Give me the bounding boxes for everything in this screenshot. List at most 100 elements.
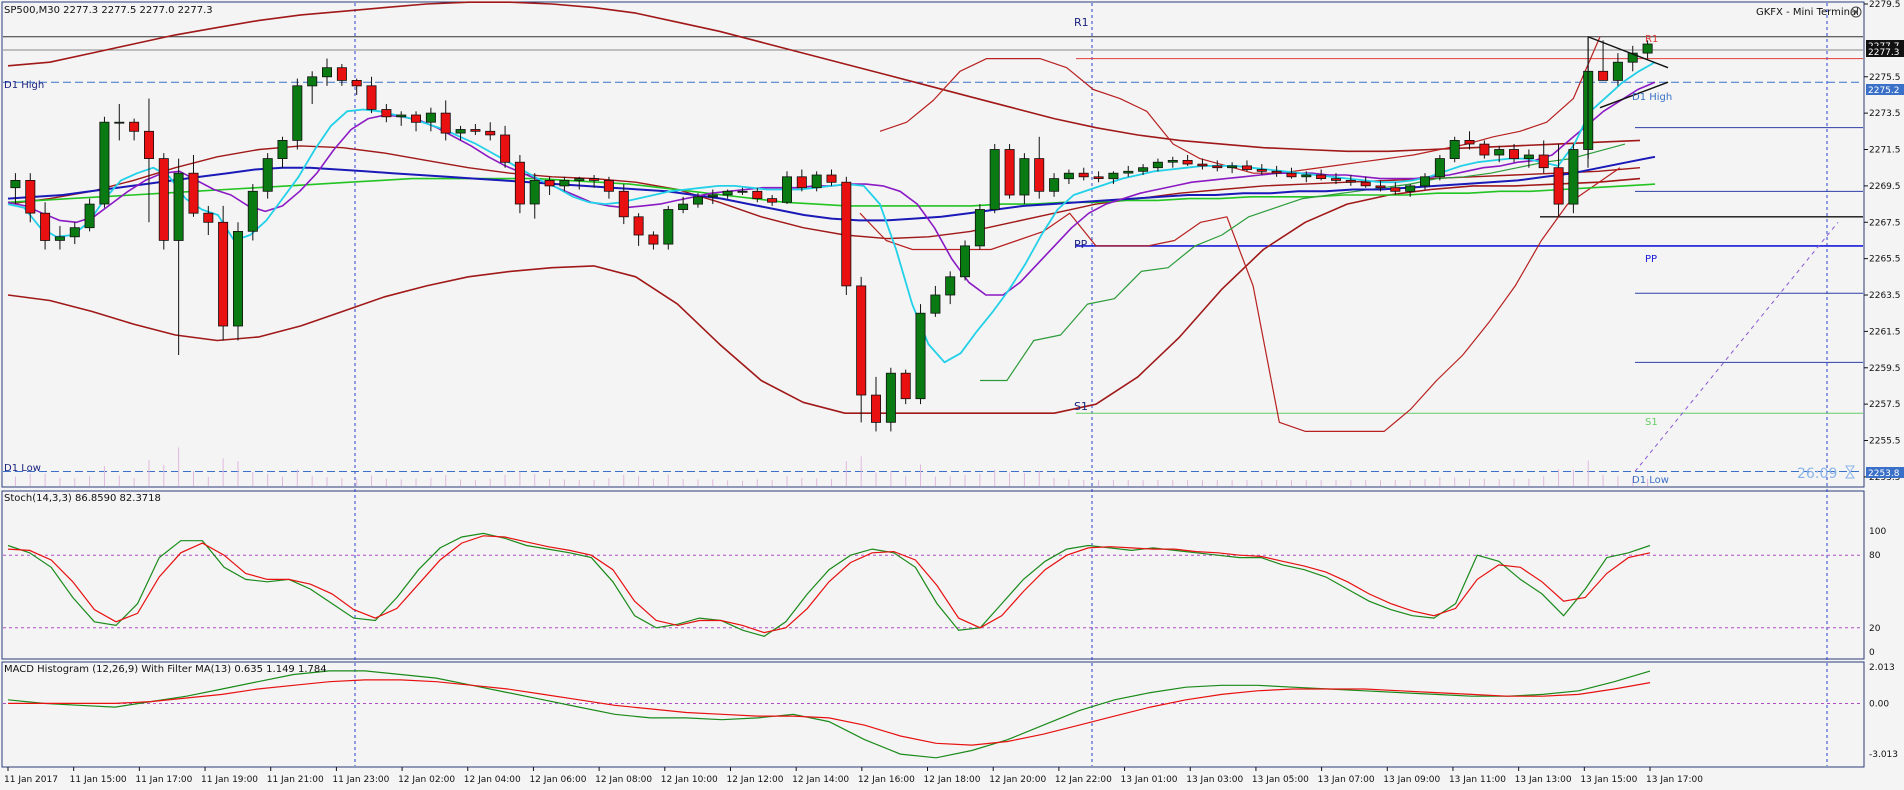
candle-body[interactable] — [1049, 178, 1060, 192]
candle-body[interactable] — [158, 158, 169, 241]
candle-body[interactable] — [54, 236, 65, 241]
candle-body[interactable] — [218, 221, 229, 327]
candle-body[interactable] — [707, 194, 718, 198]
candle-body[interactable] — [618, 190, 629, 218]
candle-body[interactable] — [1331, 178, 1342, 181]
candle-body[interactable] — [989, 149, 1000, 210]
candle-body[interactable] — [678, 203, 689, 211]
candle-body[interactable] — [381, 109, 392, 118]
candle-body[interactable] — [1464, 139, 1475, 145]
chart-svg[interactable]: 2279.5 2275.5 2273.5 2271.5 2269.5 2267.5 2265… — [0, 0, 1904, 786]
candle-body[interactable] — [1108, 172, 1119, 180]
candle-body[interactable] — [589, 178, 600, 181]
candle-body[interactable] — [321, 67, 332, 78]
candle-body[interactable] — [425, 112, 436, 123]
candle-body[interactable] — [129, 121, 140, 132]
candle-body[interactable] — [1553, 167, 1564, 205]
candle-body[interactable] — [99, 121, 110, 205]
candle-body[interactable] — [767, 198, 778, 203]
candle-body[interactable] — [633, 216, 644, 236]
candle-body[interactable] — [648, 234, 659, 245]
candle-body[interactable] — [544, 179, 555, 187]
candle-body[interactable] — [40, 212, 51, 241]
candle-body[interactable] — [1494, 149, 1505, 156]
candle-body[interactable] — [188, 172, 199, 214]
candle-body[interactable] — [752, 190, 763, 200]
candle-body[interactable] — [1182, 159, 1193, 165]
candle-body[interactable] — [1568, 149, 1579, 205]
candle-body[interactable] — [173, 172, 184, 241]
candle-body[interactable] — [1227, 165, 1238, 169]
candle-body[interactable] — [247, 190, 258, 232]
candle-body[interactable] — [1063, 172, 1074, 180]
candle-body[interactable] — [1375, 185, 1386, 189]
candle-body[interactable] — [1390, 187, 1401, 192]
candle-body[interactable] — [559, 179, 570, 187]
candle-body[interactable] — [366, 85, 377, 110]
candle-body[interactable] — [1479, 143, 1490, 156]
trading-chart[interactable]: 2279.5 2275.5 2273.5 2271.5 2269.5 2267.5 2265… — [0, 0, 1904, 786]
candle-body[interactable] — [1642, 43, 1653, 54]
candle-body[interactable] — [1449, 139, 1460, 159]
candle-body[interactable] — [737, 190, 748, 193]
candle-body[interactable] — [1405, 185, 1416, 192]
candle-body[interactable] — [1197, 163, 1208, 167]
candle-body[interactable] — [1598, 70, 1609, 81]
candle-body[interactable] — [841, 181, 852, 287]
candle-body[interactable] — [900, 372, 911, 400]
candle-body[interactable] — [351, 80, 362, 87]
candle-body[interactable] — [84, 203, 95, 229]
candle-body[interactable] — [974, 209, 985, 247]
candle-body[interactable] — [292, 85, 303, 141]
candle-body[interactable] — [1420, 176, 1431, 187]
candle-body[interactable] — [871, 394, 882, 423]
candle-body[interactable] — [782, 176, 793, 203]
candle-body[interactable] — [1034, 158, 1045, 192]
candle-body[interactable] — [1301, 174, 1312, 178]
candle-body[interactable] — [10, 179, 21, 189]
candle-body[interactable] — [1078, 172, 1089, 178]
candle-body[interactable] — [1152, 161, 1163, 169]
candle-body[interactable] — [826, 174, 837, 183]
candle-body[interactable] — [1212, 165, 1223, 169]
candle-body[interactable] — [1360, 181, 1371, 187]
candle-body[interactable] — [796, 176, 807, 189]
candle-body[interactable] — [262, 158, 273, 192]
candle-body[interactable] — [277, 139, 288, 159]
candle-body[interactable] — [336, 67, 347, 81]
candle-body[interactable] — [603, 179, 614, 192]
candle-body[interactable] — [307, 76, 318, 87]
candle-body[interactable] — [203, 212, 214, 223]
candle-body[interactable] — [574, 178, 585, 181]
candle-body[interactable] — [663, 209, 674, 245]
candle-body[interactable] — [885, 372, 896, 423]
candle-body[interactable] — [514, 161, 525, 205]
candle-body[interactable] — [811, 174, 822, 189]
candle-body[interactable] — [1123, 170, 1134, 174]
candle-body[interactable] — [1093, 176, 1104, 180]
candle-body[interactable] — [143, 130, 154, 160]
candle-body[interactable] — [1019, 158, 1030, 196]
candle-body[interactable] — [856, 285, 867, 396]
candle-body[interactable] — [455, 129, 466, 134]
candle-body[interactable] — [470, 129, 481, 132]
candle-body[interactable] — [722, 190, 733, 196]
candle-body[interactable] — [1538, 154, 1549, 169]
candle-body[interactable] — [915, 312, 926, 400]
candle-body[interactable] — [960, 245, 971, 278]
candle-body[interactable] — [440, 112, 451, 134]
candle-body[interactable] — [1286, 172, 1297, 178]
candle-body[interactable] — [1138, 167, 1149, 172]
candle-body[interactable] — [232, 230, 243, 327]
candle-body[interactable] — [114, 121, 125, 124]
candle-body[interactable] — [693, 196, 704, 205]
candle-body[interactable] — [529, 179, 540, 205]
candle-body[interactable] — [1167, 159, 1178, 163]
candle-body[interactable] — [500, 134, 511, 163]
candle-body[interactable] — [1612, 61, 1623, 81]
candle-body[interactable] — [485, 130, 496, 136]
candle-body[interactable] — [930, 294, 941, 314]
candle-body[interactable] — [1509, 149, 1520, 160]
candle-body[interactable] — [1256, 169, 1267, 172]
candle-body[interactable] — [1242, 165, 1253, 170]
